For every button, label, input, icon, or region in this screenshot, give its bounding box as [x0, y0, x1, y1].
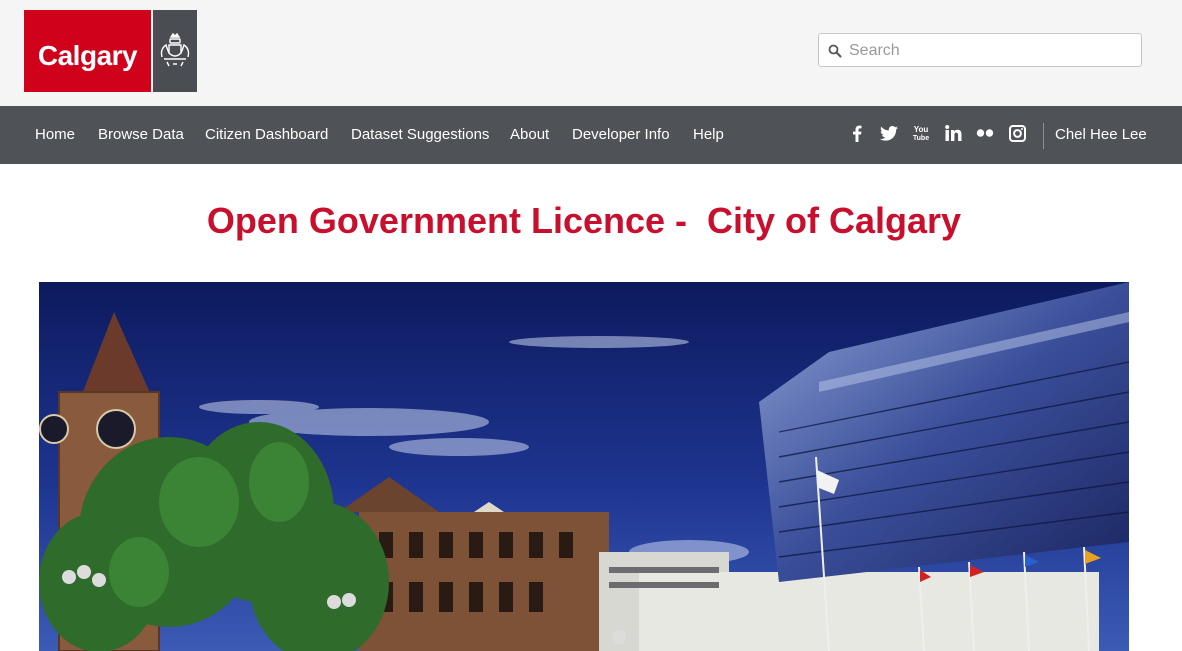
- linkedin-icon[interactable]: [944, 124, 962, 142]
- logo-wordmark-block: Calgary: [24, 10, 151, 92]
- nav-help[interactable]: Help: [693, 126, 724, 143]
- calgary-logo[interactable]: Calgary: [24, 10, 197, 92]
- site-header: Calgary: [0, 0, 1182, 106]
- search-box[interactable]: [818, 33, 1142, 67]
- hero-image: [39, 282, 1129, 651]
- nav-divider: [1043, 123, 1044, 149]
- search-icon: [828, 44, 842, 58]
- coat-of-arms-block: [153, 10, 197, 92]
- svg-text:Tube: Tube: [913, 135, 929, 142]
- logo-wordmark: Calgary: [37, 40, 138, 71]
- nav-developer-info[interactable]: Developer Info: [572, 126, 670, 143]
- facebook-icon[interactable]: [848, 124, 866, 142]
- nav-about[interactable]: About: [510, 126, 549, 143]
- twitter-icon[interactable]: [880, 124, 898, 142]
- svg-text:You: You: [914, 125, 929, 134]
- flickr-icon[interactable]: [976, 124, 994, 142]
- nav-dataset-suggestions[interactable]: Dataset Suggestions: [351, 126, 489, 143]
- city-hall-photo: [39, 282, 1129, 651]
- main-nav: Home Browse Data Citizen Dashboard Datas…: [0, 106, 1182, 164]
- nav-browse-data[interactable]: Browse Data: [98, 126, 184, 143]
- user-menu[interactable]: Chel Hee Lee: [1055, 126, 1147, 143]
- instagram-icon[interactable]: [1008, 124, 1026, 142]
- coat-of-arms-icon: [160, 32, 190, 67]
- youtube-icon[interactable]: You Tube: [912, 124, 930, 142]
- page-title: Open Government Licence - City of Calgar…: [206, 200, 962, 241]
- search-input[interactable]: [847, 38, 1141, 64]
- nav-home[interactable]: Home: [35, 126, 75, 143]
- nav-citizen-dashboard[interactable]: Citizen Dashboard: [205, 126, 328, 143]
